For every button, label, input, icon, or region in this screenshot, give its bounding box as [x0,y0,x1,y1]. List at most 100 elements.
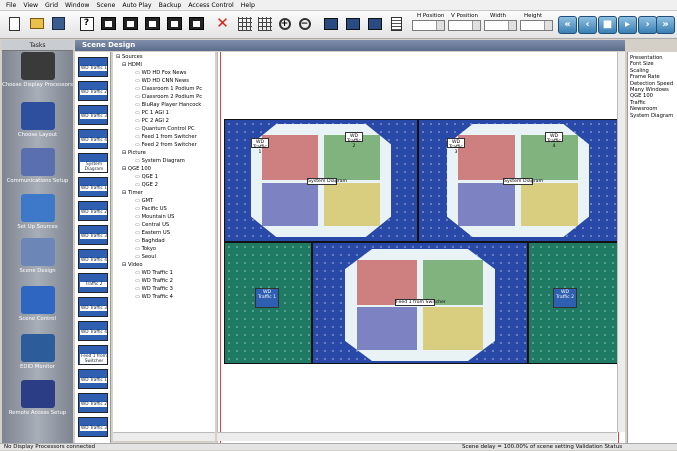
task-choose-display-processors[interactable]: Choose Display Processors [2,52,73,88]
source-thumbnail[interactable]: WD Traffic 1 [78,369,108,389]
menu-item-grid[interactable]: Grid [45,2,58,9]
delete-icon[interactable]: ✕ [214,15,231,32]
v-position-input[interactable] [448,20,481,31]
tree-item[interactable]: QGE 1 [133,174,158,180]
source-thumbnail[interactable]: WD Traffic 3 [78,417,108,437]
tree-item[interactable]: System Diagram [133,158,185,164]
tree-group[interactable]: Timer [122,190,143,196]
task-remote-access-setup[interactable]: Remote Access Setup [2,380,73,416]
screen-delete-icon[interactable] [366,15,383,32]
tree-item[interactable]: Eastern US [133,230,170,236]
menu-item-window[interactable]: Window [65,2,89,9]
play-icon[interactable]: ▸ [618,16,637,34]
source-thumbnail[interactable]: WD Traffic 4 [78,129,108,149]
height-input[interactable] [520,20,553,31]
window-layout-4-icon[interactable] [166,15,183,32]
next-icon[interactable]: › [638,16,657,34]
source-window[interactable]: WD Traffic 2 [553,288,577,308]
source-thumbnail[interactable]: WD Traffic 4 [78,249,108,269]
source-thumbnail[interactable]: WD Traffic 2 [78,393,108,413]
source-thumbnail[interactable]: WD Traffic 1 [78,57,108,77]
source-thumbnail[interactable]: Feed 1 from Switcher [78,345,108,365]
source-thumbnail[interactable]: Traffic 2 [78,273,108,293]
tree-horizontal-scrollbar[interactable] [113,432,215,441]
source-thumbnail[interactable]: WD Traffic 2 [78,81,108,101]
last-icon[interactable]: » [656,16,675,34]
canvas-vertical-scrollbar[interactable] [617,52,625,432]
h-position-input[interactable] [412,20,445,31]
window-layout-1-icon[interactable] [100,15,117,32]
first-icon[interactable]: « [558,16,577,34]
display-screen-5[interactable]: WD Traffic 2 [528,242,618,364]
tree-root-sources[interactable]: Sources [116,54,143,60]
tree-item[interactable]: Feed 2 from Switcher [133,142,197,148]
width-input[interactable] [484,20,517,31]
tree-group[interactable]: Video [122,262,143,268]
tree-item[interactable]: PC 2 AGI 2 [133,118,169,124]
source-thumbnail[interactable]: System Diagram [78,153,108,173]
tree-item[interactable]: Classroom 1 Podium Pc [133,86,203,92]
source-thumbnail[interactable]: WD Traffic 3 [78,105,108,125]
tree-item[interactable]: WD HD Fox News [133,70,187,76]
source-window[interactable]: WD Traffic 1 [255,288,279,308]
tree-item[interactable]: WD Traffic 2 [133,278,173,284]
tree-item[interactable]: Baghdad [133,238,165,244]
save-icon[interactable] [50,15,67,32]
tree-item[interactable]: Feed 1 from Switcher [133,134,197,140]
display-screen-1[interactable]: System Diagram WD Traffic 1 WD Traffic 2 [224,119,418,242]
task-choose-layout[interactable]: Choose Layout [2,102,73,138]
source-window[interactable]: WD Traffic 4 [545,132,563,149]
open-folder-icon[interactable] [28,15,45,32]
new-document-icon[interactable] [6,15,23,32]
tree-item[interactable]: Mountain US [133,214,175,220]
tree-group[interactable]: QGE 100 [122,166,151,172]
grid-minus-icon[interactable] [256,15,273,32]
source-thumbnail[interactable]: WD Traffic 3 [78,297,108,317]
menu-item-file[interactable]: File [6,2,16,9]
source-thumbnail[interactable]: WD Traffic 1 [78,177,108,197]
tree-group[interactable]: Picture [122,150,146,156]
zoom-out-icon[interactable]: − [296,15,313,32]
menu-item-scene[interactable]: Scene [96,2,115,9]
scene-canvas[interactable]: System Diagram WD Traffic 1 WD Traffic 2… [217,52,625,443]
display-screen-2[interactable]: System Diagram WD Traffic 3 WD Traffic 4 [418,119,618,242]
tree-item[interactable]: QGE 2 [133,182,158,188]
task-scene-control[interactable]: Scene Control [2,286,73,322]
tree-item[interactable]: WD Traffic 4 [133,294,173,300]
tree-item[interactable]: WD Traffic 1 [133,270,173,276]
tree-item[interactable]: PC 1 AGI 1 [133,110,169,116]
tree-item[interactable]: Quantum Control PC [133,126,195,132]
menu-item-access-control[interactable]: Access Control [188,2,234,9]
menu-item-help[interactable]: Help [241,2,255,9]
display-screen-4[interactable]: Feed 1 from Switcher [312,242,528,364]
grid-plus-icon[interactable] [236,15,253,32]
tree-item[interactable]: Pacific US [133,206,167,212]
menu-item-view[interactable]: View [23,2,38,9]
stop-icon[interactable]: ■ [598,16,617,34]
window-layout-3-icon[interactable] [144,15,161,32]
task-communications-setup[interactable]: Communications Setup [2,148,73,184]
task-scene-design[interactable]: Scene Design [2,238,73,274]
source-window[interactable]: WD Traffic 3 [447,138,465,155]
canvas-horizontal-scrollbar[interactable] [217,432,617,441]
tree-item[interactable]: BluRay Player Hancock [133,102,202,108]
property-item[interactable]: System Diagram [630,113,675,119]
task-set-up-sources[interactable]: Set Up Sources [2,194,73,230]
tree-item[interactable]: Seoul [133,254,156,260]
source-thumbnail[interactable]: WD Traffic 3 [78,225,108,245]
window-layout-5-icon[interactable] [188,15,205,32]
source-window[interactable]: WD Traffic 1 [251,138,269,155]
tree-item[interactable]: WD HD CNN News [133,78,189,84]
source-thumbnail[interactable]: WD Traffic 2 [78,201,108,221]
tree-item[interactable]: Classroom 2 Podium Pc [133,94,203,100]
tree-item[interactable]: WD Traffic 3 [133,286,173,292]
window-layout-2-icon[interactable] [122,15,139,32]
help-icon[interactable]: ? [78,15,95,32]
properties-list-icon[interactable] [388,15,405,32]
tree-group[interactable]: HDMI [122,62,142,68]
tree-item[interactable]: Central US [133,222,170,228]
source-window[interactable]: WD Traffic 2 [345,132,363,149]
zoom-in-icon[interactable]: + [276,15,293,32]
menu-item-auto-play[interactable]: Auto Play [122,2,151,9]
source-thumbnail[interactable]: WD Traffic 4 [78,321,108,341]
